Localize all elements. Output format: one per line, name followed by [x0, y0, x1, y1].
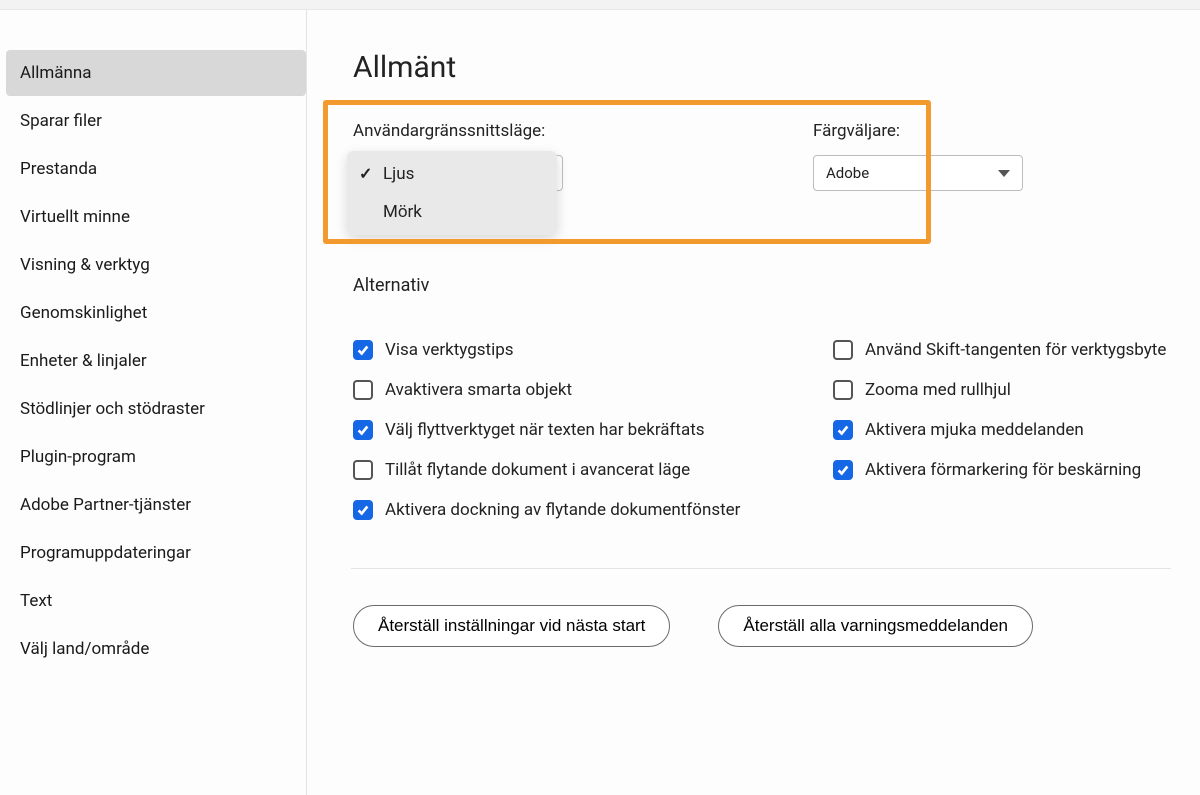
options-column-right: Använd Skift-tangenten för verktygsbyte … [833, 340, 1200, 540]
color-picker-select[interactable]: Adobe [813, 155, 1023, 191]
checkbox-icon[interactable] [353, 340, 373, 360]
checkbox-icon[interactable] [833, 380, 853, 400]
option-disable-smart-objects[interactable]: Avaktivera smarta objekt [353, 380, 783, 400]
color-picker-label: Färgväljare: [813, 121, 1193, 141]
checkbox-icon[interactable] [833, 340, 853, 360]
sidebar-item-general[interactable]: Allmänna [6, 50, 306, 96]
option-shift-tool-switch[interactable]: Använd Skift-tangenten för verktygsbyte [833, 340, 1200, 360]
color-picker-value: Adobe [826, 164, 869, 182]
reset-preferences-button[interactable]: Återställ inställningar vid nästa start [353, 605, 670, 647]
sidebar-item-scratch-disk[interactable]: Virtuellt minne [6, 194, 306, 240]
option-enable-docking[interactable]: Aktivera dockning av flytande dokumentfö… [353, 500, 783, 520]
color-picker-setting: Färgväljare: Adobe [813, 121, 1193, 191]
preferences-panel-general: Allmänt Användargränssnittsläge: Ljus Mö… [307, 10, 1200, 795]
checkbox-icon[interactable] [353, 420, 373, 440]
checkbox-icon[interactable] [833, 460, 853, 480]
option-show-tooltips[interactable]: Visa verktygstips [353, 340, 783, 360]
checkbox-icon[interactable] [353, 500, 373, 520]
checkbox-icon[interactable] [353, 460, 373, 480]
sidebar-item-app-updates[interactable]: Programuppdateringar [6, 530, 306, 576]
preferences-sidebar: Allmänna Sparar filer Prestanda Virtuell… [0, 10, 307, 795]
option-zoom-scroll[interactable]: Zooma med rullhjul [833, 380, 1200, 400]
sidebar-item-type[interactable]: Text [6, 578, 306, 624]
sidebar-item-country[interactable]: Välj land/område [6, 626, 306, 672]
sidebar-item-display-tools[interactable]: Visning & verktyg [6, 242, 306, 288]
sidebar-item-performance[interactable]: Prestanda [6, 146, 306, 192]
sidebar-item-units-rulers[interactable]: Enheter & linjaler [6, 338, 306, 384]
chevron-down-icon [998, 170, 1010, 177]
ui-mode-dropdown: Ljus Mörk [347, 151, 557, 235]
checkbox-icon[interactable] [833, 420, 853, 440]
option-select-move-after-text[interactable]: Välj flyttverktyget när texten har bekrä… [353, 420, 783, 440]
option-soft-notifications[interactable]: Aktivera mjuka meddelanden [833, 420, 1200, 440]
sidebar-item-transparency[interactable]: Genomskinlighet [6, 290, 306, 336]
options-heading: Alternativ [353, 275, 1200, 296]
option-preselect-crop[interactable]: Aktivera förmarkering för beskärning [833, 460, 1200, 480]
sidebar-item-partner-services[interactable]: Adobe Partner-tjänster [6, 482, 306, 528]
ui-mode-setting: Användargränssnittsläge: Ljus Mörk [353, 121, 733, 191]
checkbox-icon[interactable] [353, 380, 373, 400]
reset-warnings-button[interactable]: Återställ alla varningsmeddelanden [718, 605, 1033, 647]
ui-mode-option-light[interactable]: Ljus [347, 155, 557, 193]
sidebar-item-plugins[interactable]: Plugin-program [6, 434, 306, 480]
sidebar-item-saving-files[interactable]: Sparar filer [6, 98, 306, 144]
ui-mode-option-dark[interactable]: Mörk [347, 193, 557, 231]
option-floating-docs-advanced[interactable]: Tillåt flytande dokument i avancerat läg… [353, 460, 783, 480]
ui-mode-label: Användargränssnittsläge: [353, 121, 733, 141]
options-column-left: Visa verktygstips Avaktivera smarta obje… [353, 340, 783, 540]
page-title: Allmänt [353, 50, 1200, 85]
divider [351, 568, 1171, 569]
sidebar-item-guides-grid[interactable]: Stödlinjer och stödraster [6, 386, 306, 432]
